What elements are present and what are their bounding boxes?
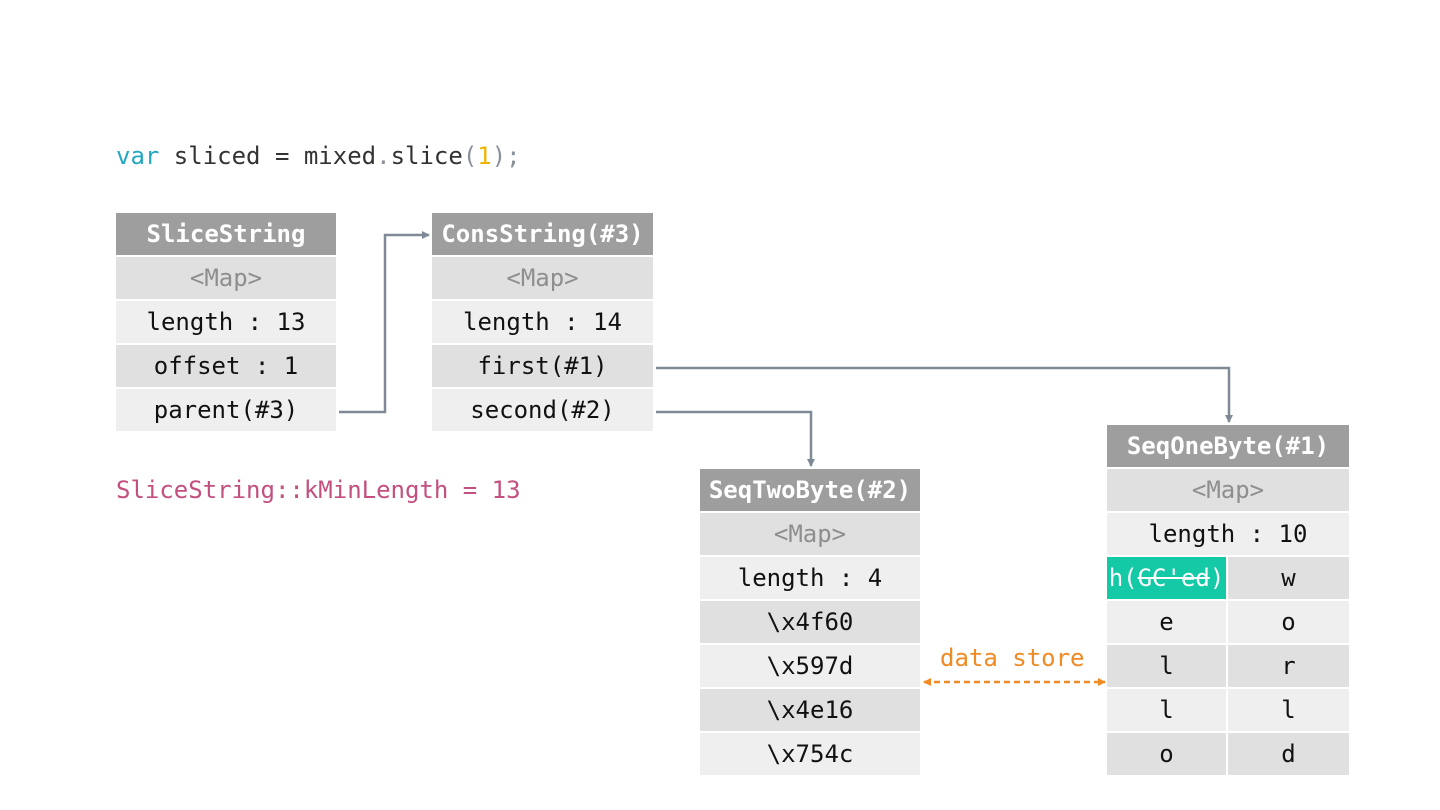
connector-arrows <box>339 231 1233 686</box>
parent-pointer-arrow <box>339 231 430 414</box>
second-pointer-arrow <box>656 410 815 467</box>
first-pointer-arrow <box>656 366 1233 423</box>
